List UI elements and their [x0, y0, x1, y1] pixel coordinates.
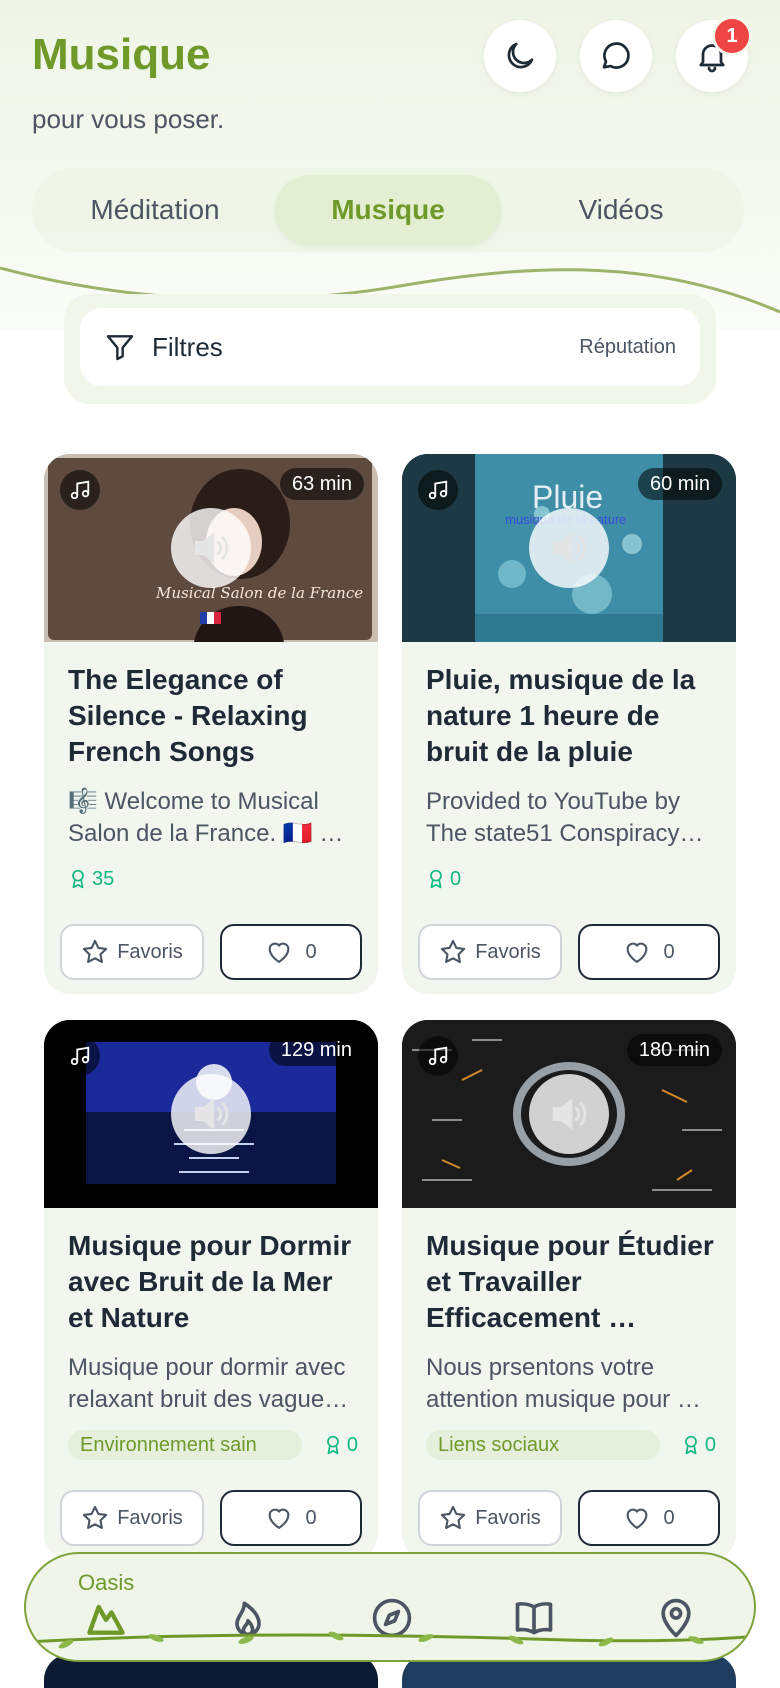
heart-icon [627, 1508, 648, 1529]
notifications-button[interactable]: 1 [676, 16, 752, 92]
nav-home-label: Oasis [78, 1570, 135, 1595]
music-note-icon [428, 1046, 448, 1066]
music-type-chip [60, 1036, 100, 1076]
favorite-label: Favoris [475, 1506, 541, 1529]
music-card[interactable]: 180 min Musique pour Étudier et Travaill… [402, 1020, 736, 1560]
reputation-points: 35 [68, 868, 114, 891]
card-thumbnail: 180 min [402, 1020, 736, 1208]
heart-icon [269, 1508, 290, 1529]
music-type-chip [418, 1036, 458, 1076]
star-icon [83, 1505, 108, 1529]
tab-musique[interactable]: Musique [275, 175, 501, 245]
reputation-points: 0 [681, 1434, 716, 1457]
card-meta: Environnement sain 0 [68, 1430, 358, 1460]
like-count: 0 [663, 1506, 675, 1529]
card-thumbnail: Musical Salon de la France 63 min [44, 454, 378, 642]
music-type-chip [60, 470, 100, 510]
points-value: 0 [704, 1433, 716, 1456]
card-description: 🎼 Welcome to Musical Salon de la France.… [68, 788, 344, 847]
volume-icon [194, 1098, 229, 1130]
like-count: 0 [663, 940, 675, 963]
card-description: Provided to YouTube by The state51 Consp… [426, 788, 704, 847]
filter-bar[interactable]: Filtres Réputation [80, 308, 700, 386]
star-icon [441, 939, 466, 963]
page-title: Musique [32, 30, 211, 79]
favorite-label: Favoris [117, 940, 183, 963]
vine-decoration [26, 1631, 754, 1649]
favorite-label: Favoris [117, 1506, 183, 1529]
filter-panel: Filtres Réputation [64, 294, 716, 404]
card-title[interactable]: Musique pour Dormir avec Bruit de la Mer… [68, 1228, 358, 1336]
like-button[interactable]: 0 [578, 1490, 720, 1546]
duration-badge: 63 min [279, 468, 364, 500]
music-note-icon [428, 480, 448, 500]
volume-icon [194, 532, 229, 564]
play-audio-button[interactable] [171, 1074, 251, 1154]
card-description: Musique pour dormir avec relaxant bruit … [68, 1354, 349, 1413]
volume-icon [552, 1098, 587, 1130]
play-audio-button[interactable] [171, 508, 251, 588]
notification-badge: 1 [712, 16, 752, 56]
page-subtitle: pour vous poser. [32, 104, 225, 134]
duration-badge: 60 min [637, 468, 722, 500]
card-title[interactable]: The Elegance of Silence - Relaxing Frenc… [68, 662, 358, 770]
card-meta: 35 [68, 864, 358, 894]
award-icon [72, 869, 84, 889]
favorite-button[interactable]: Favoris [418, 1490, 562, 1546]
heart-icon [627, 942, 648, 963]
points-value: 0 [450, 867, 462, 890]
moon-icon [507, 42, 534, 69]
like-count: 0 [305, 940, 317, 963]
filter-icon [106, 335, 134, 361]
star-icon [441, 1505, 466, 1529]
card-thumbnail: 129 min [44, 1020, 378, 1208]
category-tag: Liens sociaux [426, 1430, 660, 1460]
tab-meditation[interactable]: Méditation [42, 175, 268, 245]
messages-button[interactable] [580, 20, 652, 92]
category-tabs: Méditation Musique Vidéos [32, 168, 744, 252]
card-title[interactable]: Pluie, musique de la nature 1 heure de b… [426, 662, 716, 770]
music-card[interactable]: Pluie musique de la nature 60 min Pluie,… [402, 454, 736, 994]
points-value: 0 [346, 1433, 358, 1456]
star-icon [83, 939, 108, 963]
music-card[interactable]: 129 min Musique pour Dormir avec Bruit d… [44, 1020, 378, 1560]
reputation-points: 0 [323, 1434, 358, 1457]
music-type-chip [418, 470, 458, 510]
like-button[interactable]: 0 [220, 924, 362, 980]
filter-label: Filtres [152, 331, 223, 362]
theme-toggle-button[interactable] [484, 20, 556, 92]
like-count: 0 [305, 1506, 317, 1529]
card-title[interactable]: Musique pour Étudier et Travailler Effic… [426, 1228, 716, 1336]
heart-icon [269, 942, 290, 963]
duration-badge: 129 min [268, 1034, 364, 1066]
sort-label[interactable]: Réputation [579, 336, 676, 359]
reputation-points: 0 [426, 868, 461, 891]
award-icon [430, 869, 442, 889]
music-note-icon [70, 480, 90, 500]
card-meta: Liens sociaux 0 [426, 1430, 716, 1460]
card-description: Nous prsentons votre attention musique p… [426, 1354, 701, 1413]
favorite-button[interactable]: Favoris [60, 924, 204, 980]
svg-text:Musical Salon de la Fr: Musical Salon de la France [155, 584, 363, 602]
music-note-icon [70, 1046, 90, 1066]
chat-icon [602, 42, 630, 69]
card-meta: 0 [426, 864, 716, 894]
award-icon [685, 1435, 697, 1455]
duration-badge: 180 min [626, 1034, 722, 1066]
play-audio-button[interactable] [529, 508, 609, 588]
favorite-label: Favoris [475, 940, 541, 963]
tab-videos[interactable]: Vidéos [508, 175, 734, 245]
favorite-button[interactable]: Favoris [60, 1490, 204, 1546]
volume-icon [552, 532, 587, 564]
card-thumbnail: Pluie musique de la nature 60 min [402, 454, 736, 642]
favorite-button[interactable]: Favoris [418, 924, 562, 980]
like-button[interactable]: 0 [578, 924, 720, 980]
award-icon [327, 1435, 339, 1455]
like-button[interactable]: 0 [220, 1490, 362, 1546]
category-tag: Environnement sain [68, 1430, 302, 1460]
bottom-navigation: Oasis [24, 1552, 756, 1662]
play-audio-button[interactable] [529, 1074, 609, 1154]
points-value: 35 [92, 867, 115, 890]
music-card[interactable]: Musical Salon de la France 63 min The El… [44, 454, 378, 994]
